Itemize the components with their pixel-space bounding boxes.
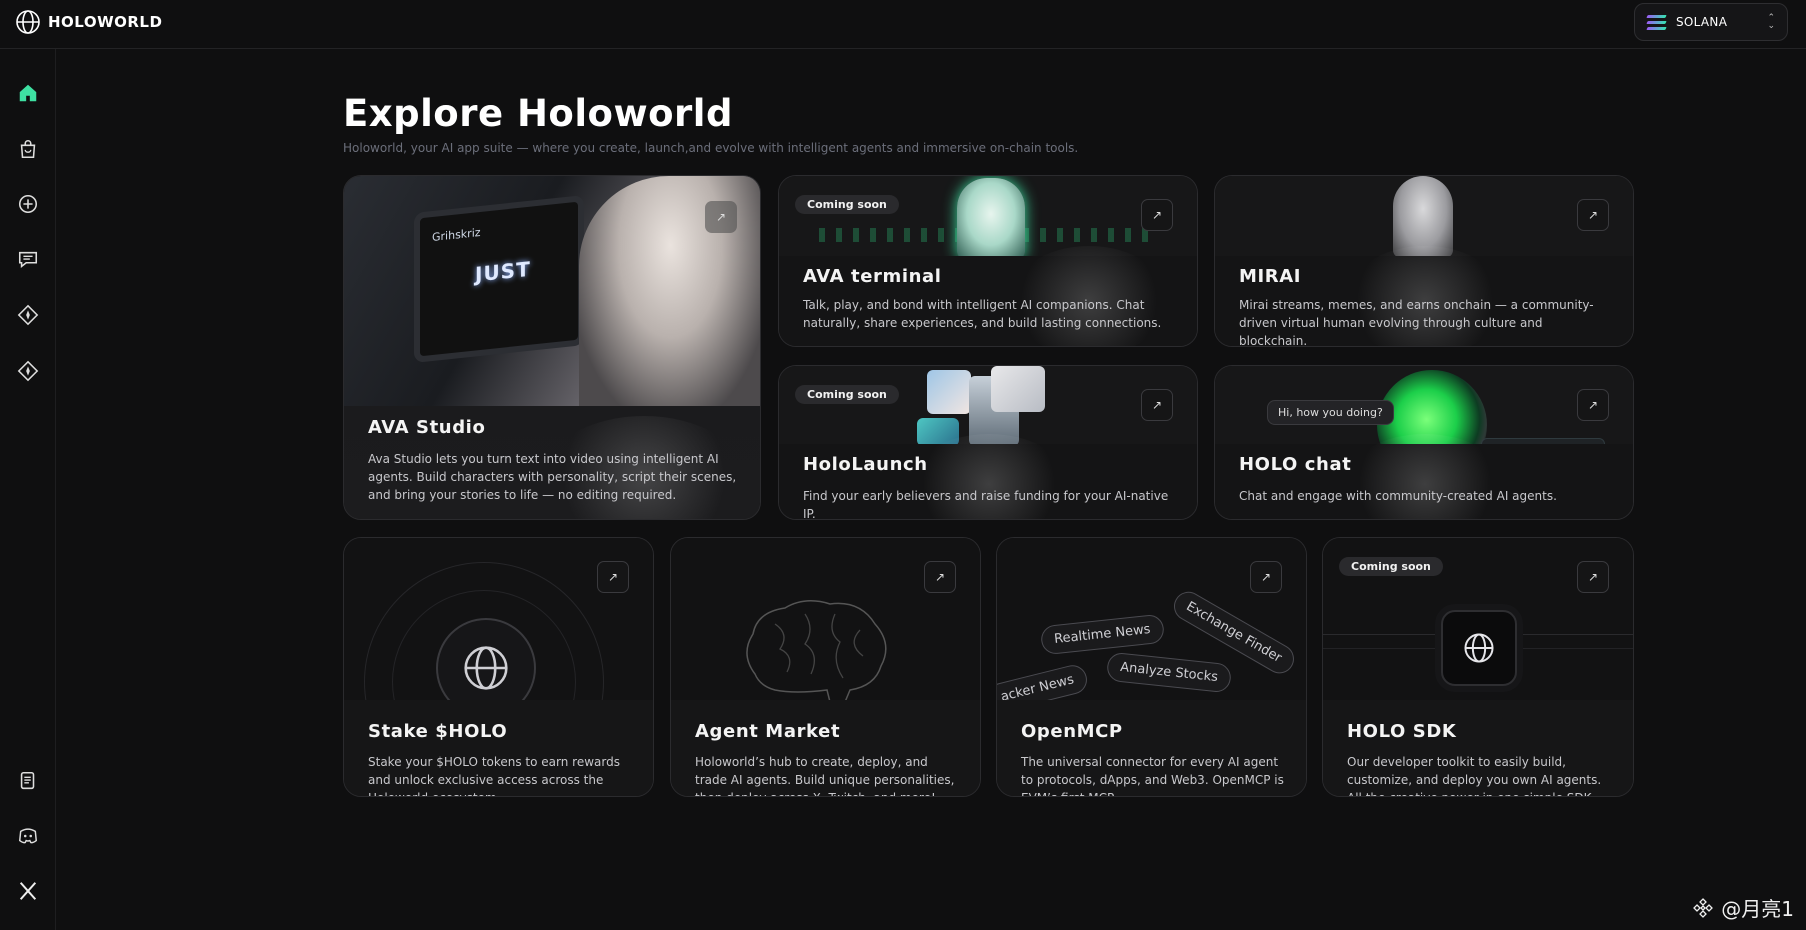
open-holo-chat-button[interactable]: ↗ — [1577, 389, 1609, 421]
card-holo-chat[interactable]: Hi, how you doing? ↗ HOLO chat Chat and … — [1214, 365, 1634, 520]
pill-tag: Analyze Stocks — [1105, 651, 1233, 694]
ava-studio-image: Grihskriz JUST — [344, 176, 760, 408]
watermark: @月亮1 — [1691, 893, 1794, 922]
brain-icon — [746, 600, 887, 702]
open-holo-sdk-button[interactable]: ↗ — [1577, 561, 1609, 593]
card-title: HOLO chat — [1239, 454, 1352, 475]
card-description: Chat and engage with community-created A… — [1239, 489, 1557, 503]
chat-bubble: Hi, how you doing? — [1267, 400, 1394, 425]
anime-girl — [957, 178, 1025, 258]
coming-soon-badge: Coming soon — [795, 195, 899, 214]
card-title: MIRAI — [1239, 266, 1302, 287]
card-description: The universal connector for every AI age… — [1021, 755, 1284, 796]
avatar-thumb — [991, 366, 1045, 412]
page-title: Explore Holoworld — [343, 92, 733, 135]
card-hololaunch[interactable]: Coming soon ↗ HoloLaunch Find your early… — [778, 365, 1198, 520]
ava-studio-body: AVA Studio Ava Studio lets you turn text… — [344, 406, 760, 519]
card-description: Stake your $HOLO tokens to earn rewards … — [368, 755, 620, 796]
avatar-thumb — [927, 370, 971, 414]
open-mirai-button[interactable]: ↗ — [1577, 199, 1609, 231]
main-content: Explore Holoworld Holoworld, your AI app… — [56, 49, 1806, 930]
mirai-body: MIRAI Mirai streams, memes, and earns on… — [1215, 246, 1633, 347]
holo-sdk-body: HOLO SDK Our developer toolkit to easily… — [1323, 700, 1633, 796]
card-ava-studio[interactable]: Grihskriz JUST ↗ AVA Studio Ava Studio l… — [343, 175, 761, 520]
holo-sdk-icon — [1464, 633, 1494, 663]
card-title: HOLO SDK — [1347, 721, 1457, 742]
diamond-icon — [17, 360, 39, 382]
open-stake-holo-button[interactable]: ↗ — [597, 561, 629, 593]
holo-chat-body: HOLO chat Chat and engage with community… — [1215, 434, 1633, 519]
coming-soon-badge: Coming soon — [1339, 557, 1443, 576]
top-bar: HOLOWORLD SOLANA ⌃ ⌄ — [0, 0, 1806, 49]
shopping-bag-icon — [20, 140, 36, 159]
card-description: Holoworld’s hub to create, deploy, and t… — [695, 755, 955, 796]
hololaunch-body: HoloLaunch Find your early believers and… — [779, 434, 1197, 520]
sidebar-item-diamond-2[interactable] — [14, 357, 42, 385]
tv-text: JUST — [475, 256, 531, 287]
sidebar-item-create[interactable] — [14, 190, 42, 218]
chain-selector[interactable]: SOLANA ⌃ ⌄ — [1634, 3, 1788, 41]
discord-icon — [18, 828, 38, 844]
chain-selector-label: SOLANA — [1676, 15, 1728, 29]
card-title: Stake $HOLO — [368, 721, 508, 742]
chevron-updown-icon: ⌃ ⌄ — [1767, 13, 1775, 31]
sidebar-item-chat[interactable] — [14, 246, 42, 274]
chat-icon — [18, 251, 38, 269]
sidebar-item-diamond-1[interactable] — [14, 301, 42, 329]
card-description: Ava Studio lets you turn text into video… — [368, 452, 737, 502]
sidebar-item-docs[interactable] — [14, 767, 42, 795]
solana-icon — [1646, 14, 1667, 30]
pill-tag: Realtime News — [1039, 613, 1165, 656]
sidebar — [0, 49, 56, 930]
card-description: Our developer toolkit to easily build, c… — [1347, 755, 1602, 796]
open-ava-terminal-button[interactable]: ↗ — [1141, 199, 1173, 231]
sidebar-item-x[interactable] — [14, 877, 42, 905]
agent-market-body: Agent Market Holoworld’s hub to create, … — [671, 700, 980, 796]
holo-coin-icon — [464, 646, 508, 690]
plus-circle-icon — [18, 194, 38, 214]
page-subtitle: Holoworld, your AI app suite — where you… — [343, 141, 1079, 155]
openmcp-body: OpenMCP The universal connector for ever… — [997, 700, 1306, 796]
ava-terminal-body: AVA terminal Talk, play, and bond with i… — [779, 246, 1197, 346]
card-description: Mirai streams, memes, and earns onchain … — [1239, 298, 1594, 347]
document-icon — [20, 771, 35, 790]
watermark-text: @月亮1 — [1721, 897, 1794, 921]
card-openmcp[interactable]: Realtime News Exchange Finder acker News… — [996, 537, 1307, 797]
stake-holo-body: Stake $HOLO Stake your $HOLO tokens to e… — [344, 700, 653, 796]
sidebar-item-home[interactable] — [14, 79, 42, 107]
open-openmcp-button[interactable]: ↗ — [1250, 561, 1282, 593]
open-hololaunch-button[interactable]: ↗ — [1141, 389, 1173, 421]
card-title: Agent Market — [695, 721, 841, 742]
card-title: AVA terminal — [803, 266, 942, 287]
card-description: Talk, play, and bond with intelligent AI… — [803, 298, 1162, 330]
x-logo-icon — [19, 882, 37, 900]
card-description: Find your early believers and raise fund… — [803, 489, 1169, 520]
sidebar-item-market[interactable] — [14, 135, 42, 163]
holoworld-logo-icon — [16, 10, 40, 34]
card-title: AVA Studio — [368, 417, 486, 438]
glow — [1345, 434, 1505, 519]
card-agent-market[interactable]: ↗ Agent Market Holoworld’s hub to create… — [670, 537, 981, 797]
logo-text: HOLOWORLD — [48, 13, 163, 31]
card-mirai[interactable]: ↗ MIRAI Mirai streams, memes, and earns … — [1214, 175, 1634, 347]
diamond-icon — [17, 304, 39, 326]
card-title: OpenMCP — [1021, 721, 1123, 742]
binance-icon — [1693, 897, 1714, 918]
tv-screen: Grihskriz JUST — [414, 195, 584, 363]
open-agent-market-button[interactable]: ↗ — [924, 561, 956, 593]
card-stake-holo[interactable]: ↗ Stake $HOLO Stake your $HOLO tokens to… — [343, 537, 654, 797]
sidebar-item-discord[interactable] — [14, 822, 42, 850]
card-title: HoloLaunch — [803, 454, 928, 475]
open-ava-studio-button[interactable]: ↗ — [705, 201, 737, 233]
home-icon — [19, 84, 37, 102]
coming-soon-badge: Coming soon — [795, 385, 899, 404]
ava-terminal-image — [779, 176, 1197, 258]
tv-brand-text: Grihskriz — [432, 225, 481, 245]
holoworld-logo[interactable]: HOLOWORLD — [15, 9, 162, 35]
card-ava-terminal[interactable]: Coming soon ↗ AVA terminal Talk, play, a… — [778, 175, 1198, 347]
card-holo-sdk[interactable]: Coming soon ↗ HOLO SDK Our developer too… — [1322, 537, 1634, 797]
